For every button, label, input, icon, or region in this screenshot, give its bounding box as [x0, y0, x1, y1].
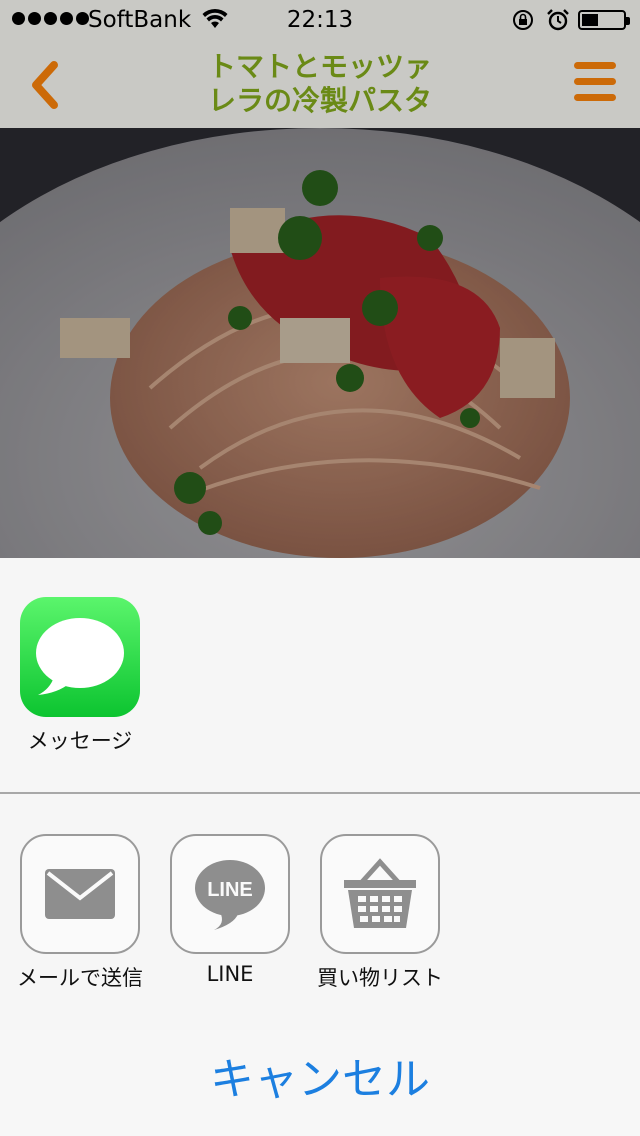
share-app-messages[interactable]: メッセージ — [0, 597, 160, 755]
battery-icon — [578, 10, 630, 30]
back-chevron-icon[interactable] — [22, 55, 72, 115]
hamburger-menu-icon[interactable] — [570, 60, 620, 106]
share-action-label: LINE — [206, 962, 254, 986]
share-action-mail[interactable]: メールで送信 — [0, 834, 160, 992]
share-action-line[interactable]: LINE LINE — [150, 834, 310, 986]
envelope-icon — [20, 834, 140, 954]
alarm-icon — [547, 9, 569, 31]
page-title-line1: トマトとモッツァ — [207, 50, 432, 83]
message-bubble-icon — [20, 597, 140, 717]
page-title: トマトとモッツァ レラの冷製パスタ — [150, 50, 490, 118]
svg-text:LINE: LINE — [207, 879, 253, 901]
navigation-bar: SoftBank 22:13 トマトとモッツァ レラの冷製パスタ — [0, 0, 640, 128]
clock-time: 22:13 — [286, 7, 354, 33]
page-title-line2: レラの冷製パスタ — [207, 84, 432, 117]
share-app-label: メッセージ — [27, 729, 133, 753]
share-action-label: 買い物リスト — [317, 966, 443, 990]
status-bar: SoftBank 22:13 — [0, 0, 640, 40]
share-action-shopping-list[interactable]: 買い物リスト — [300, 834, 460, 992]
recipe-photo — [0, 128, 640, 558]
rotation-lock-icon — [513, 10, 533, 30]
shopping-basket-icon — [320, 834, 440, 954]
share-action-label: メールで送信 — [17, 966, 143, 990]
cancel-button[interactable]: キャンセル — [0, 1030, 640, 1136]
line-logo-icon: LINE — [170, 834, 290, 954]
